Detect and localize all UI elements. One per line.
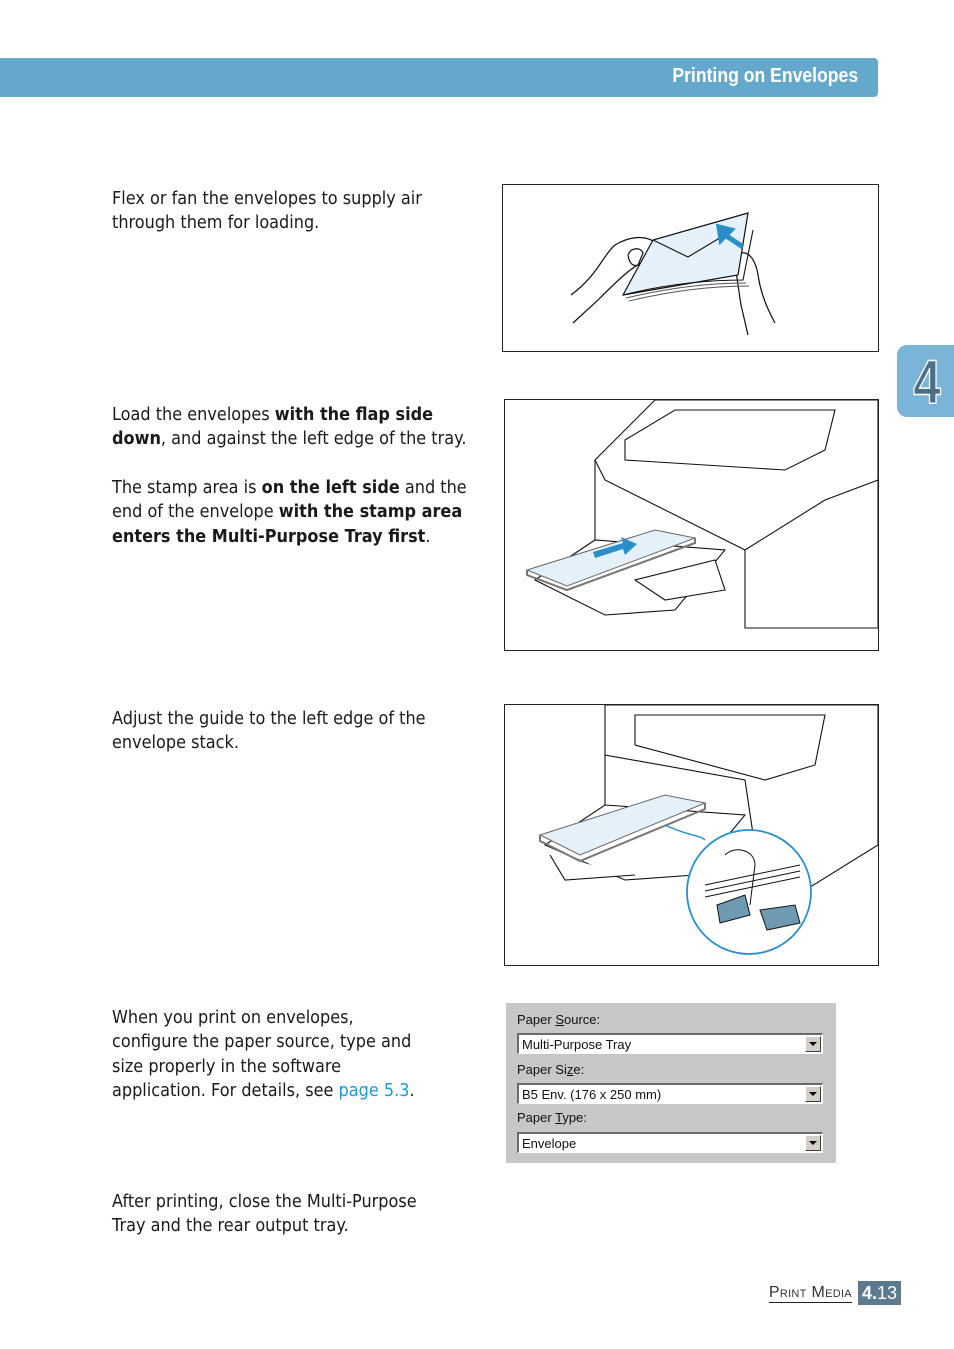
step-5-text: After printing, close the Multi-Purpose … [112,1192,417,1237]
loading-envelopes-tray-illustration [504,399,879,651]
fanning-envelopes-illustration [502,184,879,352]
paper-type-select[interactable]: Envelope [517,1132,823,1153]
section-header-bar: Printing on Envelopes [0,58,878,97]
chevron-down-icon[interactable] [805,1036,821,1052]
page-reference-link[interactable]: page 5.3 [339,1081,410,1101]
paper-settings-dialog: Paper Source: Multi-Purpose Tray Paper S… [506,1003,836,1163]
step-4-text-b: . [409,1081,415,1102]
step-2-text: Load the envelopes with the flap side do… [112,403,475,452]
step-4-text: When you print on envelopes, configure t… [112,1006,429,1104]
paper-size-select[interactable]: B5 Env. (176 x 250 mm) [517,1083,823,1104]
step-2-text-b: , and against the left edge of the tray. [160,429,467,450]
step-2-text-a: Load the envelopes [112,405,275,425]
paper-size-value: B5 Env. (176 x 250 mm) [522,1087,662,1102]
step-3-text: Adjust the guide to the left edge of the… [112,709,426,754]
page-number-badge: 4.13 [857,1281,901,1305]
footer-section-name: Print Media [768,1283,852,1303]
step-1-text: Flex or fan the envelopes to supply air … [112,189,422,234]
paper-size-label: Paper Size: [517,1062,585,1077]
step-2-stamp-a: The stamp area is [112,478,262,498]
chapter-number: 4 [913,347,942,418]
adjust-paper-guide-illustration [504,704,879,966]
step-2-stamp-c: . [425,526,431,547]
step-2-stamp-text: The stamp area is on the left side and t… [112,476,475,549]
chevron-down-icon[interactable] [805,1135,821,1151]
chapter-tab[interactable]: 4 [897,345,954,418]
page-footer: Print Media 4.13 [768,1281,901,1305]
section-title: Printing on Envelopes [672,65,858,87]
paper-source-select[interactable]: Multi-Purpose Tray [517,1033,823,1054]
step-2-stamp-bold-a: on the left side [261,478,400,498]
paper-type-label: Paper Type: [517,1110,587,1125]
paper-source-value: Multi-Purpose Tray [522,1037,632,1052]
chevron-down-icon[interactable] [805,1086,821,1102]
paper-type-value: Envelope [522,1136,577,1151]
paper-source-label: Paper Source: [517,1012,601,1027]
